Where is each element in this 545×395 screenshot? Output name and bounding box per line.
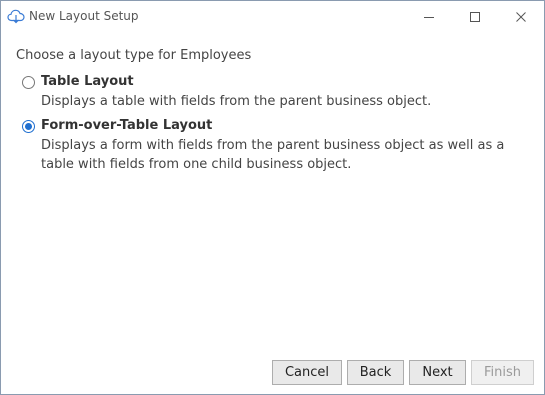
button-bar: Cancel Back Next Finish	[1, 360, 544, 388]
next-button[interactable]: Next	[409, 360, 466, 385]
table-layout-radio[interactable]	[22, 76, 35, 89]
table-layout-label[interactable]: Table Layout	[41, 74, 134, 89]
back-button[interactable]: Back	[347, 360, 404, 385]
window-title: New Layout Setup	[29, 9, 139, 23]
finish-button[interactable]: Finish	[471, 360, 534, 385]
dialog-window: New Layout Setup Choose a layout type fo…	[0, 0, 545, 395]
form-over-table-layout-description: Displays a form with fields from the par…	[41, 138, 505, 172]
title-bar: New Layout Setup	[1, 1, 544, 32]
cloud-icon	[7, 8, 25, 24]
minimize-button[interactable]	[406, 1, 452, 32]
minimize-icon	[424, 17, 434, 18]
close-icon	[516, 12, 526, 22]
table-layout-description: Displays a table with fields from the pa…	[41, 94, 432, 109]
form-over-table-layout-label[interactable]: Form-over-Table Layout	[41, 118, 212, 133]
form-over-table-layout-radio[interactable]	[22, 120, 35, 133]
maximize-button[interactable]	[452, 1, 498, 32]
close-button[interactable]	[498, 1, 544, 32]
layout-prompt: Choose a layout type for Employees	[16, 48, 252, 63]
cancel-button[interactable]: Cancel	[272, 360, 342, 385]
maximize-icon	[470, 12, 480, 22]
